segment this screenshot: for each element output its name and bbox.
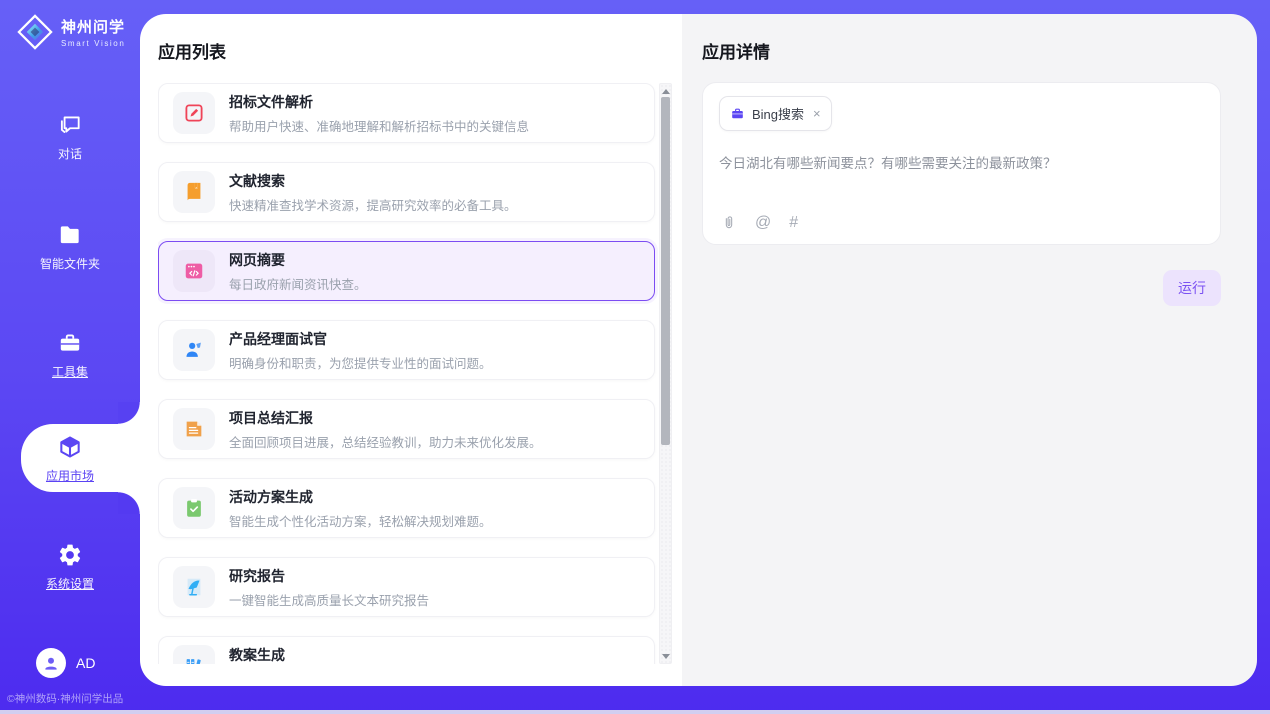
hash-icon[interactable]: # — [789, 215, 798, 231]
app-card-bid-analysis[interactable]: 招标文件解析 帮助用户快速、准确地理解和解析招标书中的关键信息 — [158, 83, 655, 143]
user-avatar-icon — [42, 654, 60, 672]
avatar — [36, 648, 66, 678]
user-account[interactable]: AD — [36, 648, 95, 678]
sidebar-item-label: 系统设置 — [0, 575, 140, 592]
app-card-name: 文献搜索 — [229, 171, 517, 191]
app-card-description: 明确身份和职责，为您提供专业性的面试问题。 — [229, 353, 492, 372]
pen-square-icon — [183, 102, 205, 124]
app-list-title: 应用列表 — [158, 38, 226, 63]
scroll-down-button[interactable] — [660, 649, 671, 663]
chat-icon — [57, 112, 83, 138]
sidebar-item-label: 智能文件夹 — [0, 255, 140, 272]
tool-tag-label: Bing搜索 — [752, 104, 804, 123]
bottom-edge-strip — [0, 710, 1270, 714]
sidebar-item-smart-folder[interactable]: 智能文件夹 — [0, 222, 140, 272]
app-card-description: 全面回顾项目进展，总结经验教训，助力未来优化发展。 — [229, 432, 542, 451]
diamond-logo-icon — [16, 13, 54, 51]
brand: 神州问学 Smart Vision — [16, 13, 125, 51]
note-icon — [183, 418, 205, 440]
app-card-name: 活动方案生成 — [229, 487, 492, 507]
sidebar-item-label: 应用市场 — [0, 467, 140, 484]
sidebar-item-chat[interactable]: 对话 — [0, 112, 140, 162]
app-card-activity-plan[interactable]: 活动方案生成 智能生成个性化活动方案，轻松解决规划难题。 — [158, 478, 655, 538]
books-icon — [183, 655, 205, 664]
app-card-lesson-plan[interactable]: 教案生成 模板驱动，教案秒成，教学准备从此轻松快捷 — [158, 636, 655, 664]
book-icon — [183, 181, 205, 203]
attachment-icon[interactable] — [721, 215, 737, 231]
app-card-name: 网页摘要 — [229, 250, 367, 270]
report-icon — [183, 576, 205, 598]
app-card-name: 研究报告 — [229, 566, 429, 586]
clipboard-check-icon — [183, 497, 205, 519]
app-card-web-summary[interactable]: 网页摘要 每日政府新闻资讯快查。 — [158, 241, 655, 301]
mention-icon[interactable]: @ — [755, 215, 771, 231]
content-area: 应用列表 招标文件解析 帮助用户快速、准确地理解和解析招标书中的关键信息 — [140, 14, 1257, 686]
app-card-description: 智能生成个性化活动方案，轻松解决规划难题。 — [229, 511, 492, 530]
prompt-text-input[interactable]: 今日湖北有哪些新闻要点？有哪些需要关注的最新政策？ — [719, 152, 1204, 172]
tool-tag-bing-search[interactable]: Bing搜索 × — [719, 96, 832, 131]
app-card-description: 帮助用户快速、准确地理解和解析招标书中的关键信息 — [229, 116, 529, 135]
sidebar: 神州问学 Smart Vision 对话 智能文件夹 工具集 — [0, 0, 140, 714]
sidebar-item-settings[interactable]: 系统设置 — [0, 542, 140, 592]
app-card-name: 招标文件解析 — [229, 92, 529, 112]
cube-icon — [57, 434, 83, 460]
composer-toolbar: @ # — [721, 215, 798, 231]
run-button[interactable]: 运行 — [1163, 270, 1221, 306]
copyright-footer: ©神州数码·神州问学出品 — [7, 691, 140, 706]
browser-icon — [183, 260, 205, 282]
app-card-project-summary[interactable]: 项目总结汇报 全面回顾项目进展，总结经验教训，助力未来优化发展。 — [158, 399, 655, 459]
app-card-name: 教案生成 — [229, 645, 479, 665]
user-label: AD — [76, 655, 95, 671]
prompt-composer[interactable]: Bing搜索 × 今日湖北有哪些新闻要点？有哪些需要关注的最新政策？ @ # — [702, 82, 1221, 245]
scroll-up-button[interactable] — [660, 84, 671, 98]
app-list: 招标文件解析 帮助用户快速、准确地理解和解析招标书中的关键信息 — [158, 83, 672, 664]
folder-icon — [57, 222, 83, 248]
brand-subtitle: Smart Vision — [61, 39, 125, 48]
app-card-name: 产品经理面试官 — [229, 329, 492, 349]
app-card-research-report[interactable]: 研究报告 一键智能生成高质量长文本研究报告 — [158, 557, 655, 617]
app-card-literature-search[interactable]: 文献搜索 快速精准查找学术资源，提高研究效率的必备工具。 — [158, 162, 655, 222]
run-row: 运行 — [1163, 270, 1221, 306]
app-card-description: 快速精准查找学术资源，提高研究效率的必备工具。 — [229, 195, 517, 214]
app-card-name: 项目总结汇报 — [229, 408, 542, 428]
sidebar-item-app-market[interactable]: 应用市场 — [0, 434, 140, 484]
sidebar-item-label: 对话 — [0, 145, 140, 162]
app-detail-title: 应用详情 — [702, 38, 770, 63]
scrollbar-thumb[interactable] — [661, 97, 670, 445]
app-list-panel: 应用列表 招标文件解析 帮助用户快速、准确地理解和解析招标书中的关键信息 — [140, 14, 682, 686]
list-scrollbar[interactable] — [659, 83, 672, 664]
briefcase-icon — [730, 106, 745, 121]
app-card-description: 一键智能生成高质量长文本研究报告 — [229, 590, 429, 609]
tool-tag-close-icon[interactable]: × — [813, 107, 821, 120]
app-card-description: 每日政府新闻资讯快查。 — [229, 274, 367, 293]
brand-name: 神州问学 — [61, 16, 125, 37]
app-card-pm-interviewer[interactable]: 产品经理面试官 明确身份和职责，为您提供专业性的面试问题。 — [158, 320, 655, 380]
sidebar-item-toolset[interactable]: 工具集 — [0, 330, 140, 380]
app-detail-panel: 应用详情 Bing搜索 × 今日湖北有哪些新闻要点？有哪些需要关注的最新政策？ — [682, 14, 1257, 686]
sidebar-item-label: 工具集 — [0, 363, 140, 380]
gear-icon — [57, 542, 83, 568]
app-window: 神州问学 Smart Vision 对话 智能文件夹 工具集 — [0, 0, 1270, 714]
interviewer-icon — [183, 339, 205, 361]
toolbox-icon — [57, 330, 83, 356]
